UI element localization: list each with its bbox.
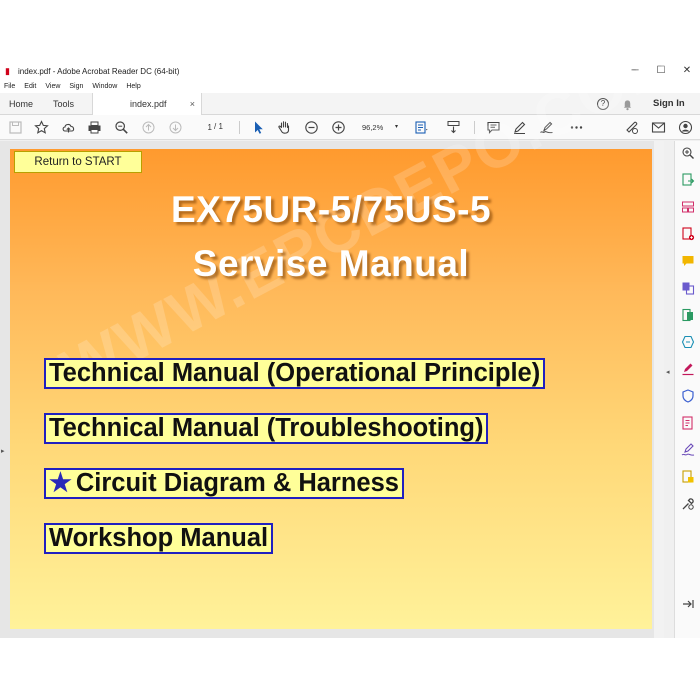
- acrobat-app-icon: ▮: [5, 66, 10, 76]
- select-cursor-icon[interactable]: [251, 120, 266, 135]
- fit-page-icon[interactable]: [414, 120, 429, 135]
- upload-cloud-icon[interactable]: [61, 120, 76, 135]
- export-pdf-icon[interactable]: [681, 173, 695, 187]
- menu-edit[interactable]: Edit: [24, 83, 36, 90]
- link-label: Workshop Manual: [49, 524, 269, 552]
- tab-tools[interactable]: Tools: [53, 93, 74, 115]
- share-link-icon[interactable]: [624, 120, 639, 135]
- create-pdf-icon[interactable]: [681, 227, 695, 241]
- print-icon[interactable]: [87, 120, 102, 135]
- zoom-search-icon[interactable]: [114, 120, 129, 135]
- acrobat-window: ▮ index.pdf - Adobe Acrobat Reader DC (6…: [0, 62, 700, 638]
- hand-icon[interactable]: [277, 120, 292, 135]
- document-tab-label: index.pdf: [130, 99, 167, 109]
- account-icon[interactable]: [678, 120, 693, 135]
- comment-icon[interactable]: [681, 254, 695, 268]
- document-subtitle: Servise Manual: [192, 243, 470, 284]
- chevron-down-icon: ▾: [394, 124, 398, 130]
- bookmark-star-icon[interactable]: [34, 120, 49, 135]
- link-workshop-manual[interactable]: Workshop Manual: [44, 523, 274, 554]
- menu-help[interactable]: Help: [126, 83, 140, 90]
- link-label: Circuit Diagram & Harness: [75, 469, 399, 497]
- collapse-left-pane-icon[interactable]: ▸: [1, 447, 5, 455]
- menu-sign[interactable]: Sign: [69, 83, 83, 90]
- right-tools-pane: [674, 141, 700, 638]
- page-total-label: / 1: [214, 122, 223, 131]
- zoom-level-value: 96,2%: [362, 123, 384, 132]
- zoom-out-icon[interactable]: [304, 120, 319, 135]
- protect-icon[interactable]: [681, 389, 695, 403]
- document-title: EX75UR-5/75US-5: [170, 189, 492, 230]
- return-to-start-button[interactable]: Return to START: [14, 151, 142, 173]
- send-for-review-icon[interactable]: [681, 416, 695, 430]
- combine-files-icon[interactable]: [681, 281, 695, 295]
- window-title: index.pdf - Adobe Acrobat Reader DC (64-…: [18, 66, 180, 76]
- collapse-right-pane-icon[interactable]: ◂: [666, 368, 670, 376]
- link-technical-manual-troubleshooting[interactable]: Technical Manual (Troubleshooting): [44, 413, 489, 444]
- organize-pages-icon[interactable]: [681, 200, 695, 214]
- collapse-pane-icon[interactable]: [681, 597, 695, 611]
- search-zoom-icon[interactable]: [681, 146, 695, 160]
- zoom-level-select[interactable]: 96,2% ▾: [356, 121, 400, 134]
- page-down-icon[interactable]: [168, 120, 183, 135]
- toolbar-divider: [239, 121, 240, 134]
- request-signature-icon[interactable]: [681, 443, 695, 457]
- link-technical-manual-operational[interactable]: Technical Manual (Operational Principle): [44, 358, 546, 389]
- document-viewport[interactable]: WWW.EPCDEPO.COM Return to START EX75UR-5…: [0, 62, 687, 638]
- page-up-icon[interactable]: [141, 120, 156, 135]
- vertical-scrollbar[interactable]: [654, 141, 664, 638]
- fill-sign-icon[interactable]: [681, 362, 695, 376]
- zoom-in-icon[interactable]: [331, 120, 346, 135]
- tools-icon[interactable]: [681, 497, 695, 511]
- link-label: Technical Manual (Troubleshooting): [49, 414, 484, 442]
- tab-document[interactable]: index.pdf ×: [92, 93, 202, 115]
- save-icon[interactable]: [8, 120, 23, 135]
- page-number-input[interactable]: [194, 121, 212, 134]
- menu-window[interactable]: Window: [92, 83, 117, 90]
- menu-view[interactable]: View: [45, 83, 60, 90]
- star-icon: ★: [49, 469, 72, 497]
- tab-home[interactable]: Home: [9, 93, 33, 115]
- menu-file[interactable]: File: [4, 83, 15, 90]
- email-icon[interactable]: [651, 120, 666, 135]
- pdf-page: WWW.EPCDEPO.COM Return to START EX75UR-5…: [10, 62, 687, 629]
- enhance-scans-icon[interactable]: [681, 335, 695, 349]
- edit-pdf-icon[interactable]: [681, 308, 695, 322]
- more-tools-icon[interactable]: [681, 470, 695, 484]
- close-tab-icon[interactable]: ×: [190, 93, 195, 115]
- link-label: Technical Manual (Operational Principle): [49, 359, 541, 387]
- link-circuit-diagram-harness[interactable]: ★ Circuit Diagram & Harness: [44, 468, 404, 499]
